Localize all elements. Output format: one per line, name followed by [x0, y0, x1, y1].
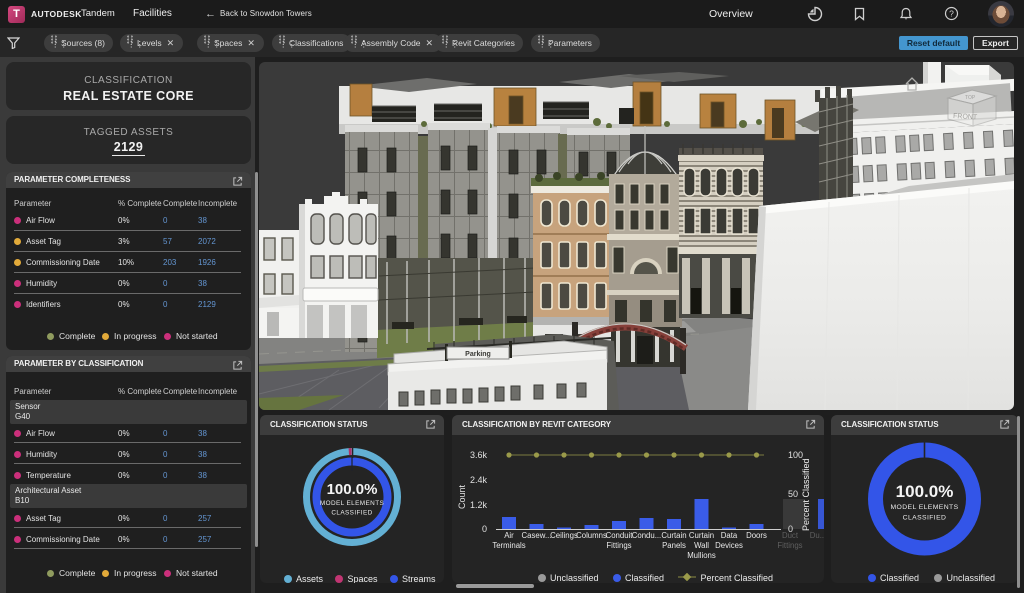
svg-text:0: 0	[482, 524, 487, 534]
svg-text:FRONT: FRONT	[953, 113, 978, 121]
svg-text:Data: Data	[721, 531, 738, 540]
svg-text:Air: Air	[504, 531, 514, 540]
svg-text:1.2k: 1.2k	[470, 500, 488, 510]
svg-text:?: ?	[949, 9, 954, 19]
svg-text:CLASSIFIED: CLASSIFIED	[331, 510, 372, 517]
svg-text:Fittings: Fittings	[606, 541, 631, 550]
svg-text:2.4k: 2.4k	[470, 475, 488, 485]
svg-text:Curtain: Curtain	[689, 531, 714, 540]
svg-text:Count: Count	[457, 484, 467, 509]
svg-text:Wall: Wall	[694, 541, 709, 550]
svg-text:MODEL ELEMENTS: MODEL ELEMENTS	[890, 504, 958, 511]
svg-text:3.6k: 3.6k	[470, 450, 488, 460]
svg-text:MODEL ELEMENTS: MODEL ELEMENTS	[320, 500, 384, 507]
svg-text:Ceilings: Ceilings	[550, 531, 578, 540]
svg-text:Terminals: Terminals	[492, 541, 525, 550]
svg-text:Casew...: Casew...	[522, 531, 552, 540]
svg-text:Devices: Devices	[715, 541, 743, 550]
svg-text:Mullions: Mullions	[687, 551, 716, 560]
svg-text:100.0%: 100.0%	[327, 481, 378, 498]
svg-text:TOP: TOP	[965, 95, 976, 101]
svg-text:Curtain: Curtain	[661, 531, 686, 540]
svg-text:Panels: Panels	[662, 541, 686, 550]
svg-text:Condu...: Condu...	[632, 531, 661, 540]
svg-text:Columns: Columns	[576, 531, 607, 540]
svg-text:Du...: Du...	[810, 531, 824, 540]
svg-text:Parking: Parking	[465, 351, 491, 358]
svg-text:50: 50	[788, 489, 798, 499]
svg-text:100.0%: 100.0%	[896, 482, 954, 501]
svg-text:Duct: Duct	[782, 531, 799, 540]
svg-text:Conduit: Conduit	[606, 531, 634, 540]
svg-text:Doors: Doors	[746, 531, 767, 540]
svg-text:CLASSIFIED: CLASSIFIED	[903, 515, 947, 522]
svg-text:Fittings: Fittings	[777, 541, 802, 550]
